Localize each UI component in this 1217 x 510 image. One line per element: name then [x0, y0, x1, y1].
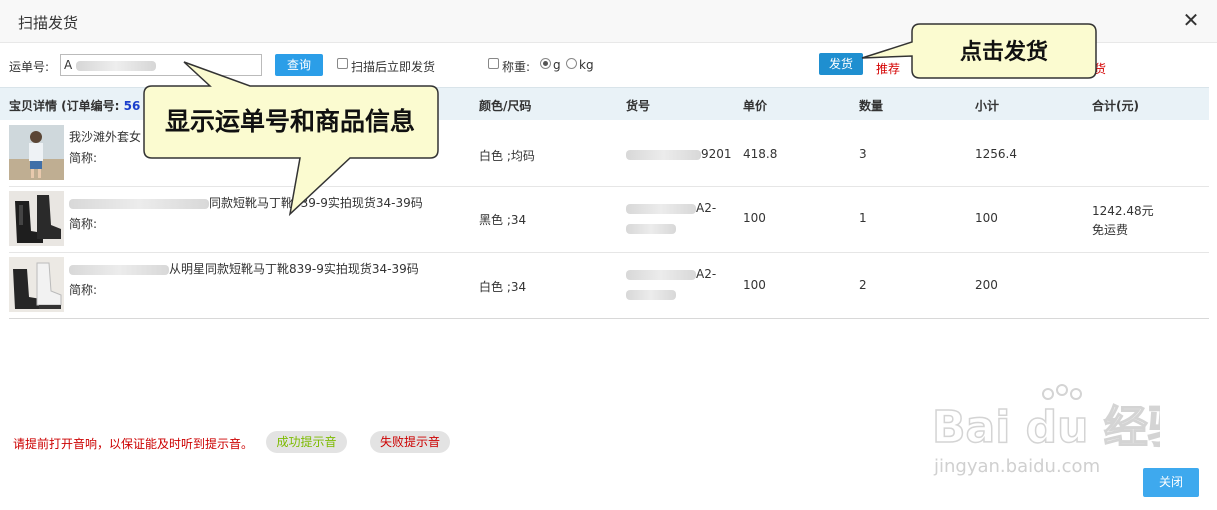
success-sound-button[interactable]: 成功提示音 [266, 431, 347, 453]
col-color-size: 颜色/尺码 [479, 99, 532, 113]
unit-g-label: g [553, 58, 561, 72]
order-total: 1242.48元 [1092, 204, 1154, 218]
order-number: 56 [123, 99, 141, 113]
paw-icon [1042, 384, 1082, 400]
color-size: 白色 ;均码 [479, 149, 535, 163]
col-qty: 数量 [859, 99, 884, 113]
sku: 9201 [626, 147, 732, 161]
redacted-text [626, 289, 676, 300]
ship-button[interactable]: 发货 [819, 53, 863, 75]
subtotal: 200 [975, 278, 998, 292]
product-thumbnail [9, 125, 64, 180]
table-row: 从明星同款短靴马丁靴839-9实拍现货34-39码 简称: 白色 ;34 A2-… [9, 253, 1209, 319]
info-callout: 显示运单号和商品信息 [140, 58, 445, 218]
watermark-url: jingyan.baidu.com [933, 456, 1100, 477]
baidu-watermark: Bai du 经验 jingyan.baidu.com [930, 380, 1193, 480]
col-price: 单价 [743, 99, 768, 113]
subtotal: 1256.4 [975, 147, 1017, 161]
sku: A2- [626, 201, 716, 215]
unit-kg-radio[interactable] [566, 58, 577, 69]
unit-price: 418.8 [743, 147, 778, 161]
product-thumbnail [9, 257, 64, 312]
unit-price: 100 [743, 211, 766, 225]
subtotal: 100 [975, 211, 998, 225]
short-name-label: 简称: [69, 283, 98, 297]
unit-price: 100 [743, 278, 766, 292]
quantity: 3 [859, 147, 867, 161]
waybill-label: 运单号: [9, 60, 50, 74]
ship-callout-text: 点击发货 [960, 39, 1048, 65]
unit-g-radio[interactable] [540, 58, 551, 69]
info-callout-text: 显示运单号和商品信息 [165, 107, 415, 136]
col-item: 宝贝详情 (订单编号: 56 [9, 99, 141, 113]
waybill-input-value: A [64, 58, 73, 72]
weigh-label: 称重: [502, 60, 531, 74]
weigh-checkbox[interactable] [488, 58, 499, 69]
short-name-label: 简称: [69, 217, 98, 231]
unit-kg-label: kg [579, 58, 594, 72]
col-total: 合计(元) [1092, 99, 1139, 113]
product-title: 我沙滩外套女 [69, 130, 142, 144]
redacted-text [626, 269, 696, 280]
shipping-note: 免运费 [1092, 223, 1129, 237]
color-size: 黑色 ;34 [479, 213, 527, 227]
close-icon[interactable]: ✕ [1181, 10, 1201, 30]
product-thumbnail [9, 191, 64, 246]
color-size: 白色 ;34 [479, 280, 527, 294]
col-subtotal: 小计 [975, 99, 1000, 113]
quantity: 1 [859, 211, 867, 225]
short-name-label: 简称: [69, 151, 98, 165]
redacted-text [626, 223, 676, 234]
sound-warning: 请提前打开音响，以保证能及时听到提示音。 [13, 437, 254, 451]
redacted-text [626, 203, 696, 214]
watermark-brand: Bai du 经验 [932, 402, 1160, 453]
ship-callout: 点击发货 [860, 20, 1100, 82]
redacted-text [69, 264, 169, 275]
sku: A2- [626, 267, 716, 281]
fail-sound-button[interactable]: 失败提示音 [370, 431, 450, 453]
dialog-title: 扫描发货 [18, 14, 79, 32]
col-sku: 货号 [626, 99, 651, 113]
redacted-text [626, 149, 701, 160]
quantity: 2 [859, 278, 867, 292]
product-title: 从明星同款短靴马丁靴839-9实拍现货34-39码 [69, 260, 419, 277]
